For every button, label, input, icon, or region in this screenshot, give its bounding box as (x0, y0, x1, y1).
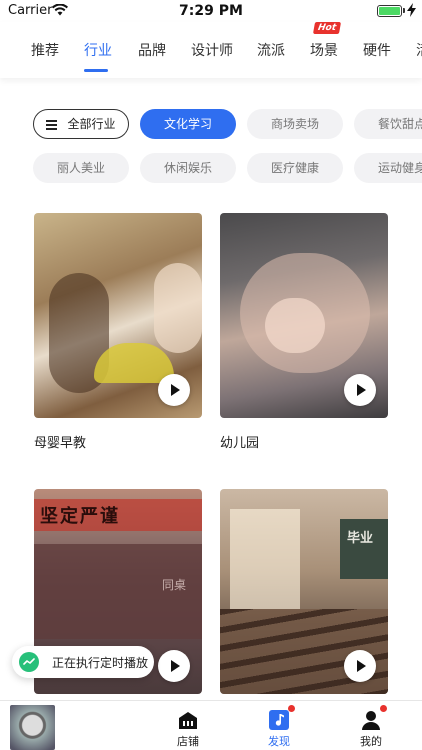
tab-store-label: 店铺 (177, 735, 199, 748)
trend-icon (19, 652, 39, 672)
tab-brand[interactable]: 品牌 (138, 40, 166, 60)
tab-mine[interactable]: 我的 (341, 705, 401, 749)
mine-badge (380, 705, 387, 712)
playlist-card[interactable]: 毕业 (220, 489, 388, 694)
battery-icon (377, 5, 402, 17)
play-icon[interactable] (344, 650, 376, 682)
image-board-text: 毕业 (347, 531, 374, 546)
all-industries-chip[interactable]: 全部行业 (33, 109, 129, 139)
play-icon[interactable] (158, 374, 190, 406)
hot-badge: Hot (312, 22, 342, 34)
card-thumbnail[interactable] (34, 213, 202, 418)
tab-designer[interactable]: 设计师 (191, 40, 233, 60)
bottom-tab-bar: 店铺 发现 我的 (0, 700, 422, 750)
menu-icon (46, 120, 58, 130)
chip-medical[interactable]: 医疗健康 (247, 153, 343, 183)
tab-discover[interactable]: 发现 (249, 705, 309, 749)
playlist-card[interactable]: 母婴早教 (34, 213, 202, 451)
card-caption: 幼儿园 (220, 436, 260, 451)
chip-food-dessert[interactable]: 餐饮甜点 (354, 109, 422, 139)
tab-scene[interactable]: 场景 (310, 40, 338, 60)
image-board-text: 同桌 (162, 578, 187, 592)
active-tab-indicator (84, 69, 108, 72)
playlist-card[interactable]: 幼儿园 (220, 213, 388, 451)
tab-mine-label: 我的 (360, 735, 382, 748)
tab-more[interactable]: 活 (416, 40, 422, 60)
now-playing-cover[interactable] (10, 705, 55, 750)
user-icon (360, 705, 387, 731)
play-icon[interactable] (158, 650, 190, 682)
tab-genre[interactable]: 流派 (257, 40, 285, 60)
charging-icon (407, 3, 416, 17)
tab-discover-label: 发现 (268, 735, 290, 748)
toast-text: 正在执行定时播放 (52, 656, 149, 670)
card-thumbnail[interactable] (220, 213, 388, 418)
category-tabs: 推荐 行业 品牌 设计师 流派 场景 Hot 硬件 活 (0, 22, 422, 78)
tab-industry[interactable]: 行业 (84, 40, 112, 60)
clock: 7:29 PM (179, 3, 243, 19)
music-note-icon (268, 705, 295, 731)
status-bar: Carrier 7:29 PM (0, 0, 422, 22)
play-icon[interactable] (344, 374, 376, 406)
chip-beauty[interactable]: 丽人美业 (33, 153, 129, 183)
discover-badge (288, 705, 295, 712)
image-banner-text: 坚定严谨 (40, 506, 120, 527)
industry-filters: 全部行业 文化学习 商场卖场 餐饮甜点 丽人美业 休闲娱乐 医疗健康 运动健身 (0, 108, 422, 188)
chip-leisure[interactable]: 休闲娱乐 (140, 153, 236, 183)
chip-sports[interactable]: 运动健身 (354, 153, 422, 183)
battery-cap (403, 8, 405, 13)
chip-shopping-mall[interactable]: 商场卖场 (247, 109, 343, 139)
tab-hardware[interactable]: 硬件 (363, 40, 391, 60)
card-thumbnail[interactable]: 毕业 (220, 489, 388, 694)
card-caption: 母婴早教 (34, 436, 87, 451)
chip-culture-learning[interactable]: 文化学习 (140, 109, 236, 139)
tab-recommend[interactable]: 推荐 (31, 40, 59, 60)
all-industries-label: 全部行业 (67, 117, 116, 131)
scheduled-playback-toast[interactable]: 正在执行定时播放 (12, 646, 154, 678)
store-icon (177, 709, 199, 731)
tab-store[interactable]: 店铺 (158, 709, 218, 749)
